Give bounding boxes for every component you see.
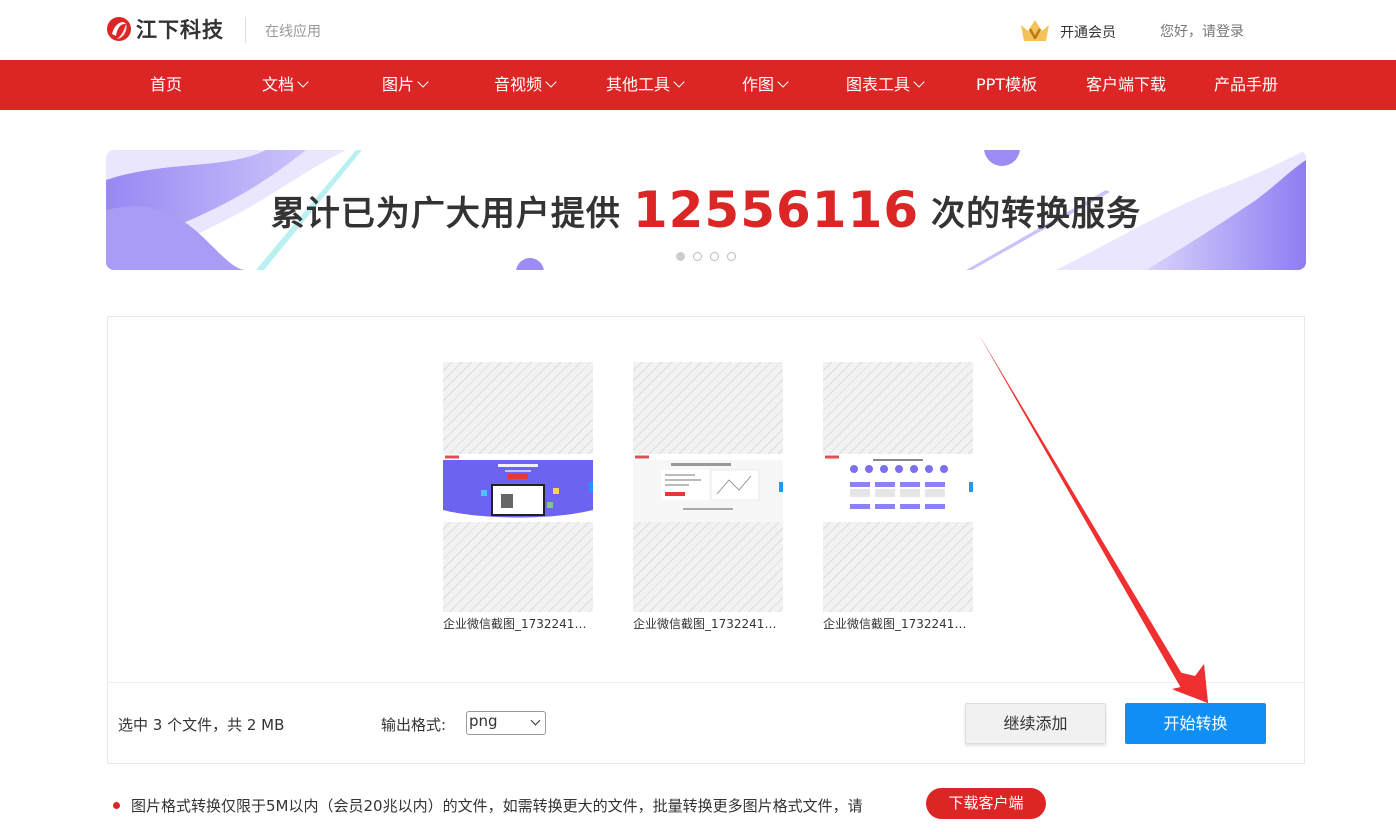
nav-label: 作图: [742, 75, 775, 94]
file-thumbnail: [823, 362, 973, 612]
nav-label: 音视频: [494, 75, 543, 94]
file-card[interactable]: 企业微信截图_17322410...: [823, 362, 973, 632]
file-thumbnail: [443, 362, 593, 612]
site-logo[interactable]: 江下科技: [106, 14, 224, 44]
nav-item-drawing[interactable]: 作图: [742, 60, 789, 110]
size-notice: 图片格式转换仅限于5M以内（会员20兆以内）的文件，如需转换更大的文件，批量转换…: [113, 795, 863, 816]
start-convert-button[interactable]: 开始转换: [1125, 703, 1266, 744]
logo-subtitle: 在线应用: [265, 24, 321, 40]
nav-label: PPT模板: [976, 75, 1038, 94]
nav-item-docs[interactable]: 文档: [262, 60, 309, 110]
banner-count: 12556116: [632, 181, 920, 239]
nav-label: 客户端下载: [1086, 75, 1167, 94]
bullet-icon: [113, 802, 120, 809]
screenshot-preview: [443, 454, 593, 522]
continue-add-button[interactable]: 继续添加: [965, 703, 1106, 744]
nav-item-media[interactable]: 音视频: [494, 60, 557, 110]
nav-item-manual[interactable]: 产品手册: [1214, 60, 1278, 110]
file-name: 企业微信截图_17322410...: [443, 617, 593, 631]
output-format-label: 输出格式:: [381, 716, 447, 734]
carousel-dots: [676, 252, 736, 261]
output-format-value: png: [469, 712, 498, 730]
output-format-select[interactable]: png: [466, 711, 546, 735]
banner-suffix: 次的转换服务: [931, 193, 1142, 234]
nav-item-chart-tools[interactable]: 图表工具: [846, 60, 925, 110]
carousel-dot[interactable]: [693, 252, 702, 261]
login-link[interactable]: 您好，请登录: [1160, 21, 1244, 41]
chevron-down-icon: [530, 715, 541, 726]
file-name: 企业微信截图_17322410...: [823, 617, 973, 631]
chevron-down-icon: [673, 76, 685, 88]
hero-banner[interactable]: 累计已为广大用户提供 12556116 次的转换服务: [106, 150, 1306, 270]
main-nav: 首页 文档 图片 音视频 其他工具 作图 图表工具 PPT模板 客户端下载 产品…: [0, 60, 1396, 110]
nav-item-other-tools[interactable]: 其他工具: [606, 60, 685, 110]
chevron-down-icon: [777, 76, 789, 88]
upload-panel: 企业微信截图_17322410... 企业微信截图_17322412... 企业…: [107, 316, 1306, 764]
banner-prefix: 累计已为广大用户提供: [270, 193, 621, 234]
nav-item-images[interactable]: 图片: [382, 60, 429, 110]
file-name: 企业微信截图_17322412...: [633, 617, 783, 631]
nav-item-client-download[interactable]: 客户端下载: [1086, 60, 1166, 110]
logo-icon: [106, 14, 132, 44]
logo-text: 江下科技: [136, 18, 224, 42]
nav-label: 其他工具: [606, 75, 671, 94]
selection-summary: 选中 3 个文件，共 2 MB: [118, 716, 285, 734]
file-list: 企业微信截图_17322410... 企业微信截图_17322412... 企业…: [443, 362, 973, 632]
crown-icon: [1018, 17, 1052, 47]
chevron-down-icon: [297, 76, 309, 88]
carousel-dot[interactable]: [676, 252, 685, 261]
nav-label: 文档: [262, 75, 295, 94]
carousel-dot[interactable]: [710, 252, 719, 261]
nav-label: 图片: [382, 75, 415, 94]
carousel-dot[interactable]: [727, 252, 736, 261]
vip-link[interactable]: 开通会员: [1018, 17, 1116, 47]
file-card[interactable]: 企业微信截图_17322410...: [443, 362, 593, 632]
nav-label: 产品手册: [1214, 75, 1279, 94]
nav-label: 首页: [150, 75, 183, 94]
download-client-button[interactable]: 下载客户端: [926, 788, 1046, 819]
notice-text: 图片格式转换仅限于5M以内（会员20兆以内）的文件，如需转换更大的文件，批量转换…: [131, 797, 863, 815]
chevron-down-icon: [545, 76, 557, 88]
chevron-down-icon: [417, 76, 429, 88]
file-thumbnail: [633, 362, 783, 612]
screenshot-preview: [823, 454, 973, 522]
screenshot-preview: [633, 454, 783, 522]
file-card[interactable]: 企业微信截图_17322412...: [633, 362, 783, 632]
panel-footer: 选中 3 个文件，共 2 MB 输出格式: png 继续添加 开始转换: [108, 682, 1306, 764]
chevron-down-icon: [913, 76, 925, 88]
top-header: 江下科技 在线应用 开通会员 您好，请登录: [0, 0, 1396, 60]
nav-item-ppt[interactable]: PPT模板: [976, 60, 1037, 110]
nav-label: 图表工具: [846, 75, 911, 94]
nav-item-home[interactable]: 首页: [150, 60, 182, 110]
vip-label: 开通会员: [1060, 25, 1116, 41]
logo-divider: [245, 17, 246, 43]
